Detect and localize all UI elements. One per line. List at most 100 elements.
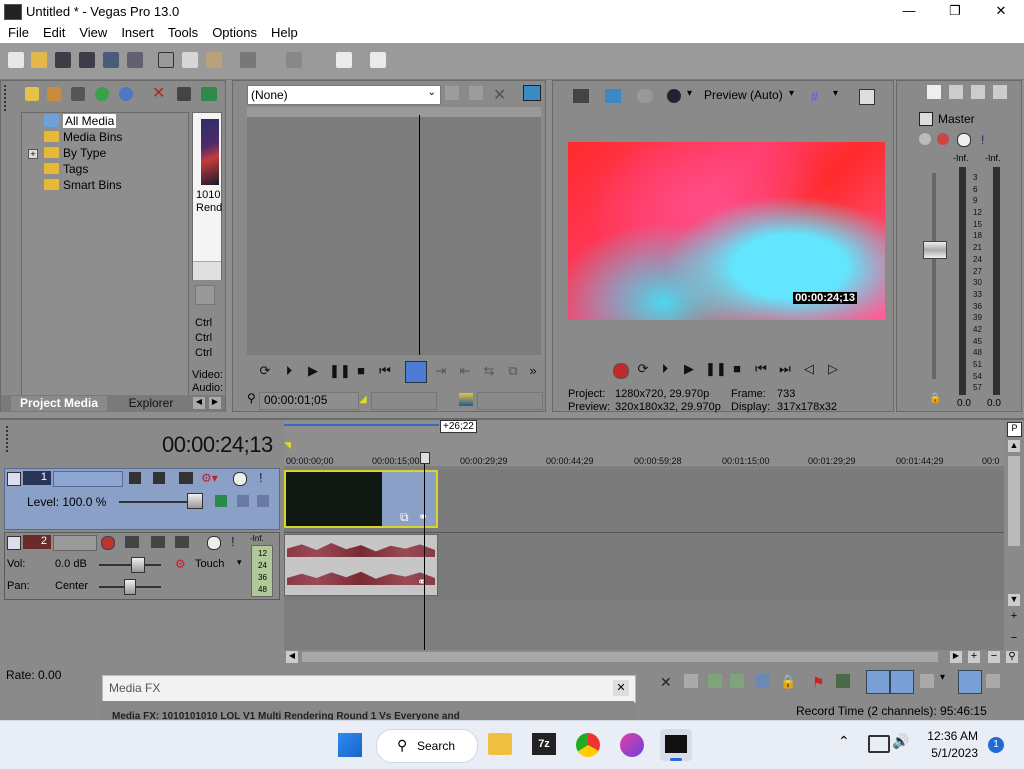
insert-marker-icon[interactable]: ⚑	[812, 674, 825, 691]
stop-icon[interactable]: ■	[353, 363, 369, 378]
bus-fx-icon[interactable]	[919, 133, 931, 145]
track-motion-icon[interactable]	[129, 472, 141, 484]
tree-item-all-media[interactable]: All Media	[44, 113, 117, 129]
preview-properties-icon[interactable]	[573, 89, 589, 103]
trimmer-media-dropdown[interactable]: (None) ⌄	[247, 85, 441, 105]
selection-tool-icon[interactable]	[920, 674, 934, 688]
close-icon[interactable]: ✕	[613, 680, 629, 696]
render-icon[interactable]	[103, 52, 119, 68]
pause-icon[interactable]: ❚❚	[329, 363, 351, 379]
marker-toggle-icon[interactable]: P	[1007, 422, 1022, 437]
go-to-start-icon[interactable]: ⏮	[377, 363, 393, 379]
network-icon[interactable]	[868, 735, 890, 753]
pause-icon[interactable]: ❚❚	[705, 361, 727, 377]
bus-assign-icon[interactable]	[175, 536, 189, 548]
zoom-out-horizontal-icon[interactable]: −	[988, 651, 1000, 663]
tab-scroll-left-icon[interactable]: ◀	[193, 397, 205, 409]
pin-icon[interactable]: ⚲	[247, 391, 256, 405]
notification-badge[interactable]: 1	[988, 737, 1004, 753]
mute-icon[interactable]	[957, 133, 971, 147]
menu-view[interactable]: View	[72, 23, 114, 43]
video-track-header[interactable]: 1 ⚙▾ ! Level: 100.0 %	[4, 468, 280, 530]
chevron-down-icon[interactable]: ▾	[687, 88, 692, 99]
insert-region-icon[interactable]	[836, 674, 850, 688]
audio-track-lane[interactable]: ⚭	[284, 534, 1004, 600]
tree-item-smart-bins[interactable]: Smart Bins	[44, 177, 122, 193]
play-icon[interactable]: ▶	[305, 363, 321, 379]
more-controls-icon[interactable]: »	[525, 363, 541, 378]
capture-video-icon[interactable]	[47, 87, 61, 101]
tab-scroll-right-icon[interactable]: ▶	[209, 397, 221, 409]
timeline-horizontal-scrollbar[interactable]: ◀ ▶ + − ⚲	[284, 650, 1024, 664]
media-fx-icon[interactable]	[201, 87, 217, 101]
previous-frame-icon[interactable]: ◁	[801, 361, 817, 377]
clear-trimmer-icon[interactable]: ✕	[493, 85, 506, 105]
menu-options[interactable]: Options	[205, 23, 264, 43]
video-event[interactable]: ⧉ ⚭	[284, 470, 438, 528]
make-compositing-parent-icon[interactable]	[257, 495, 269, 507]
media-thumbnail[interactable]	[201, 119, 219, 185]
tab-explorer[interactable]: Explorer	[121, 396, 181, 411]
zoom-in-horizontal-icon[interactable]: +	[968, 651, 980, 663]
add-to-timeline-up-to-cursor-icon[interactable]: ⇆	[481, 363, 497, 379]
auto-ripple-icon[interactable]	[958, 670, 982, 694]
go-to-start-icon[interactable]: ⏮	[753, 361, 769, 377]
collapse-track-icon[interactable]	[7, 472, 21, 486]
track-name-field[interactable]	[53, 471, 123, 487]
media-thumbnail-list[interactable]: 1010 Rend	[192, 112, 222, 280]
app-icon[interactable]	[620, 733, 644, 757]
close-button[interactable]: ✕	[978, 0, 1024, 23]
cut-icon[interactable]	[158, 52, 174, 68]
timeline-cursor[interactable]	[424, 456, 425, 664]
video-track-lane[interactable]: ⧉ ⚭	[284, 470, 1004, 533]
trimmer-timeline-area[interactable]	[247, 107, 541, 355]
downmix-icon[interactable]	[949, 85, 963, 99]
expand-compositing-icon[interactable]	[215, 495, 227, 507]
properties-icon[interactable]	[127, 52, 143, 68]
vertical-scroll-thumb[interactable]	[1008, 456, 1020, 546]
preview-quality-dropdown[interactable]: Preview (Auto)	[704, 88, 783, 102]
scroll-down-icon[interactable]: ▼	[1008, 594, 1020, 606]
track-fx-icon[interactable]	[151, 536, 165, 548]
auto-loop-icon[interactable]	[469, 86, 483, 100]
cursor-handle[interactable]	[420, 452, 430, 464]
mute-icon[interactable]	[233, 472, 247, 486]
copy-snapshot-icon[interactable]	[859, 89, 875, 105]
add-to-timeline-icon[interactable]	[445, 86, 459, 100]
composite-mode-icon[interactable]	[179, 472, 193, 484]
delete-icon[interactable]: ✕	[660, 674, 672, 691]
timeline-vertical-scrollbar[interactable]: P ▲ ▼ + −	[1004, 420, 1024, 664]
tab-project-media[interactable]: Project Media	[11, 396, 107, 411]
dim-output-icon[interactable]	[971, 85, 985, 99]
scroll-left-icon[interactable]: ◀	[286, 651, 298, 663]
track-fx-icon[interactable]	[153, 472, 165, 484]
audio-event[interactable]: ⚭	[284, 534, 438, 596]
start-icon[interactable]	[338, 733, 362, 757]
clock-date[interactable]: 5/1/2023	[924, 746, 978, 760]
master-fader[interactable]	[923, 241, 947, 259]
search-media-icon[interactable]	[119, 87, 133, 101]
chevron-down-icon[interactable]: ▾	[833, 88, 838, 99]
menu-edit[interactable]: Edit	[36, 23, 72, 43]
mute-icon[interactable]	[207, 536, 221, 550]
new-icon[interactable]	[8, 52, 24, 68]
chevron-down-icon[interactable]: ▾	[940, 672, 945, 683]
chrome-icon[interactable]	[576, 733, 600, 757]
file-explorer-icon[interactable]	[488, 733, 512, 755]
chevron-down-icon[interactable]: ▾	[237, 557, 242, 568]
volume-icon[interactable]: 🔊	[892, 733, 909, 750]
tree-item-tags[interactable]: Tags	[44, 161, 88, 177]
solo-icon[interactable]: !	[259, 470, 263, 485]
arm-for-record-icon[interactable]	[101, 536, 115, 550]
mark-in-icon[interactable]	[405, 361, 427, 383]
pan-slider[interactable]	[124, 579, 136, 595]
clock-time[interactable]: 12:36 AM	[924, 729, 978, 743]
media-properties-icon[interactable]	[177, 87, 191, 101]
play-from-start-icon[interactable]: ⏵	[281, 363, 297, 379]
save-as-icon[interactable]	[79, 52, 95, 68]
play-from-start-icon[interactable]: ⏵	[657, 361, 673, 377]
undo-icon[interactable]	[240, 52, 256, 68]
stop-icon[interactable]: ■	[729, 361, 745, 376]
remove-icon[interactable]: ✕	[152, 86, 165, 102]
whats-this-help-icon[interactable]	[370, 52, 386, 68]
